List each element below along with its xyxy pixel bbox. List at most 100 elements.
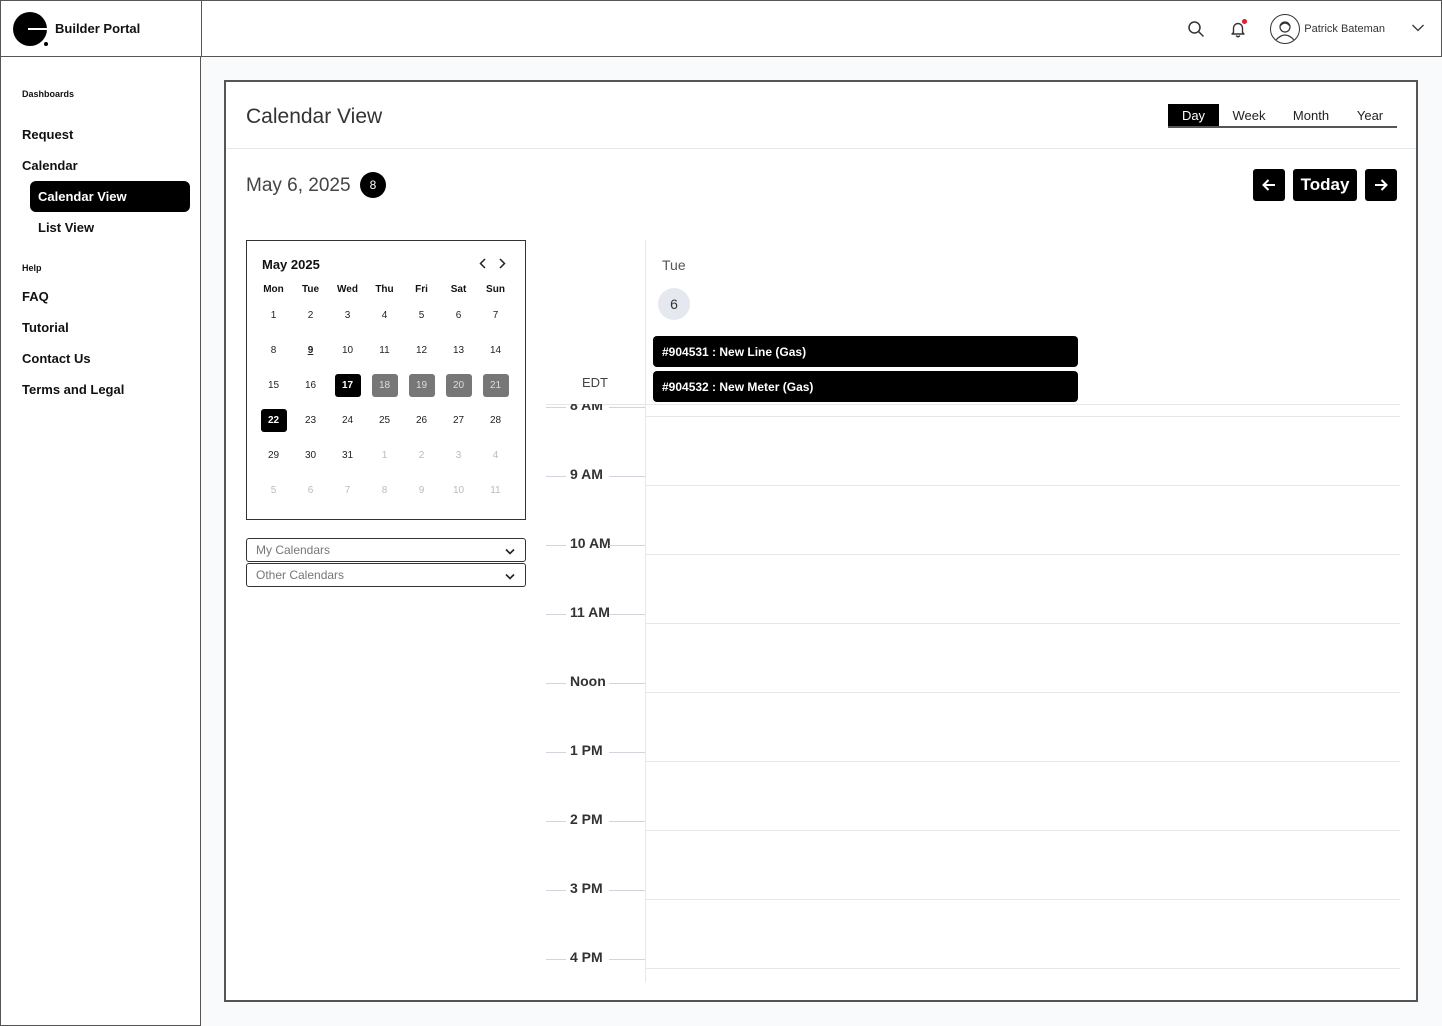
weekday-header: Tue [301, 284, 320, 295]
weekday-header: Thu [375, 284, 394, 295]
tab-month[interactable]: Month [1279, 104, 1343, 126]
sidebar-item-faq[interactable]: FAQ [22, 289, 49, 304]
sidebar-item-terms[interactable]: Terms and Legal [22, 382, 124, 397]
mini-calendar-day[interactable]: 2 [292, 298, 329, 333]
mini-calendar-day[interactable]: 18 [366, 368, 403, 403]
current-date: May 6, 2025 [246, 175, 351, 196]
tab-year[interactable]: Year [1343, 104, 1397, 126]
mini-calendar-day[interactable]: 1 [255, 298, 292, 333]
mini-calendar-day[interactable]: 19 [403, 368, 440, 403]
mini-calendar-day-label: 6 [307, 485, 314, 496]
mini-calendar-day[interactable]: 6 [440, 298, 477, 333]
time-grid[interactable]: 8 AM 9 AM 10 AM 11 AM Noon 1 PM 2 PM 3 PM 4 PM [546, 404, 1400, 980]
mini-calendar-day-label: 3 [455, 450, 462, 461]
mini-calendar-day[interactable]: 14 [477, 333, 514, 368]
mini-calendar-day[interactable]: 20 [440, 368, 477, 403]
sidebar-item-tutorial[interactable]: Tutorial [22, 320, 69, 335]
today-button[interactable]: Today [1293, 169, 1357, 201]
bell-icon[interactable] [1226, 17, 1250, 41]
mini-calendar-day[interactable]: 4 [366, 298, 403, 333]
hour-tick [609, 614, 645, 615]
mini-calendar-day[interactable]: 28 [477, 403, 514, 438]
sidebar-item-contact-us[interactable]: Contact Us [22, 351, 91, 366]
mini-calendar-day[interactable]: 10 [329, 333, 366, 368]
mini-calendar-day[interactable]: 1 [366, 438, 403, 473]
mini-calendar-day[interactable]: 26 [403, 403, 440, 438]
calendar-panel: Calendar View Day Week Month Year May 6,… [224, 80, 1418, 1002]
mini-calendar-day[interactable]: 16 [292, 368, 329, 403]
mini-calendar-day-label: 11 [490, 485, 501, 496]
user-menu[interactable]: Patrick Bateman [1270, 13, 1425, 44]
chevron-right-icon[interactable] [494, 255, 510, 271]
chevron-down-icon [505, 570, 515, 584]
logo-icon [13, 11, 48, 46]
hour-tick [609, 959, 645, 960]
mini-calendar-day[interactable]: 11 [366, 333, 403, 368]
tab-week[interactable]: Week [1219, 104, 1279, 126]
mini-calendar-day[interactable]: 3 [440, 438, 477, 473]
mini-calendar-day-label: 2 [418, 450, 425, 461]
mini-calendar-day[interactable]: 4 [477, 438, 514, 473]
mini-calendar-day[interactable]: 3 [329, 298, 366, 333]
mini-calendar-day-label: 21 [482, 374, 509, 397]
mini-calendar-day[interactable]: 11 [477, 473, 514, 508]
mini-calendar-day-label: 6 [455, 310, 462, 321]
mini-calendar-day[interactable]: 8 [366, 473, 403, 508]
divider [226, 148, 1416, 149]
mini-calendar-day[interactable]: 24 [329, 403, 366, 438]
day-number[interactable]: 6 [658, 288, 690, 320]
event-904532[interactable]: #904532 : New Meter (Gas) [653, 371, 1078, 402]
event-count-badge: 8 [360, 172, 386, 198]
mini-calendar-day-label: 11 [379, 345, 390, 356]
sidebar-item-calendar-view[interactable]: Calendar View [30, 181, 190, 212]
mini-calendar-day[interactable]: 25 [366, 403, 403, 438]
mini-calendar-day[interactable]: 10 [440, 473, 477, 508]
sidebar-item-list-view[interactable]: List View [30, 212, 190, 243]
tab-day[interactable]: Day [1168, 104, 1219, 126]
mini-calendar-day[interactable]: 22 [255, 403, 292, 438]
brand[interactable]: Builder Portal [1, 1, 202, 56]
mini-calendar-day-label: 1 [270, 310, 277, 321]
mini-calendar-day[interactable]: 7 [329, 473, 366, 508]
mini-calendar-day-label: 2 [307, 310, 314, 321]
mini-calendar-day[interactable]: 9 [403, 473, 440, 508]
sidebar-item-request[interactable]: Request [22, 127, 73, 142]
mini-calendar-day[interactable]: 7 [477, 298, 514, 333]
mini-calendar-day[interactable]: 30 [292, 438, 329, 473]
top-header: Builder Portal Patrick Bateman [0, 0, 1442, 57]
mini-calendar-day[interactable]: 6 [292, 473, 329, 508]
mini-calendar-day[interactable]: 13 [440, 333, 477, 368]
mini-calendar-day[interactable]: 5 [255, 473, 292, 508]
prev-button[interactable] [1253, 169, 1285, 201]
my-calendars-dropdown[interactable]: My Calendars [246, 538, 526, 562]
other-calendars-dropdown[interactable]: Other Calendars [246, 563, 526, 587]
mini-calendar-day[interactable]: 2 [403, 438, 440, 473]
weekday-header: Mon [263, 284, 284, 295]
mini-calendar-day[interactable]: 5 [403, 298, 440, 333]
event-904531[interactable]: #904531 : New Line (Gas) [653, 336, 1078, 367]
mini-calendar-day[interactable]: 12 [403, 333, 440, 368]
sidebar-item-calendar[interactable]: Calendar [22, 158, 78, 173]
mini-calendar-day[interactable]: 15 [255, 368, 292, 403]
weekday-header: Fri [415, 284, 428, 295]
chevron-left-icon[interactable] [475, 255, 491, 271]
mini-calendar-day[interactable]: 31 [329, 438, 366, 473]
hour-label: 2 PM [570, 811, 603, 827]
mini-calendar-day-label: 30 [304, 450, 317, 461]
mini-calendar-day[interactable]: 21 [477, 368, 514, 403]
mini-calendar-day-label: 4 [381, 310, 388, 321]
mini-calendar-day[interactable]: 29 [255, 438, 292, 473]
mini-calendar-day[interactable]: 9 [292, 333, 329, 368]
mini-calendar-day[interactable]: 23 [292, 403, 329, 438]
next-button[interactable] [1365, 169, 1397, 201]
mini-calendar-day[interactable]: 8 [255, 333, 292, 368]
header-actions: Patrick Bateman [1184, 1, 1441, 56]
mini-calendar-day[interactable]: 27 [440, 403, 477, 438]
mini-calendar-day[interactable]: 17 [329, 368, 366, 403]
mini-calendar-title: May 2025 [262, 257, 320, 272]
chevron-down-icon[interactable] [1411, 20, 1425, 38]
search-icon[interactable] [1184, 17, 1208, 41]
notification-dot [1242, 18, 1248, 24]
mini-calendar-day-label: 7 [492, 310, 499, 321]
mini-calendar-day-label: 28 [489, 415, 502, 426]
